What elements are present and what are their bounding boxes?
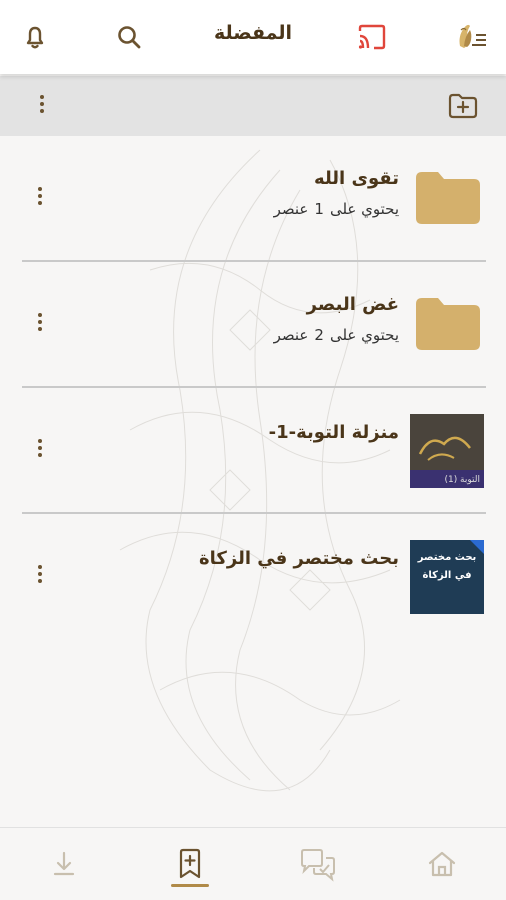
cast-icon[interactable] xyxy=(355,20,389,54)
list-item[interactable]: بحث مختصر في الزكاة بحث مختصر في الزكاة xyxy=(0,514,506,634)
item-count-suffix: عنصر xyxy=(273,200,309,218)
item-menu-icon[interactable] xyxy=(30,310,50,338)
page-title: المفضلة xyxy=(213,22,293,44)
favorites-toolbar xyxy=(0,76,506,136)
home-icon[interactable] xyxy=(424,846,460,882)
item-count-value: 2 xyxy=(314,326,324,344)
list-item[interactable]: غض البصر يحتوي على 2 عنصر xyxy=(0,262,506,388)
thumbnail-caption: بحث مختصر xyxy=(417,552,477,563)
item-count-value: 1 xyxy=(314,200,324,218)
folder-icon xyxy=(416,172,480,224)
new-folder-icon[interactable] xyxy=(446,90,480,122)
download-icon[interactable] xyxy=(46,846,82,882)
menu-logo-icon[interactable] xyxy=(452,18,490,56)
item-count-prefix: يحتوي على xyxy=(329,200,399,218)
thumbnail-caption: في الزكاة xyxy=(422,570,472,581)
item-menu-icon[interactable] xyxy=(30,184,50,212)
item-title: غض البصر xyxy=(306,294,399,315)
item-count-suffix: عنصر xyxy=(273,326,309,344)
item-count-prefix: يحتوي على xyxy=(329,326,399,344)
favorites-icon[interactable] xyxy=(172,846,208,882)
bell-icon[interactable] xyxy=(18,20,52,54)
item-count-text: يحتوي على 2 عنصر xyxy=(268,326,399,344)
list-item[interactable]: التوبة (1) منزلة التوبة-1- xyxy=(0,388,506,514)
thumbnail-caption: التوبة (1) xyxy=(444,475,480,485)
media-thumbnail: بحث مختصر في الزكاة xyxy=(410,540,484,614)
search-icon[interactable] xyxy=(112,20,146,54)
item-title: بحث مختصر في الزكاة xyxy=(199,548,399,569)
active-tab-indicator xyxy=(171,884,209,887)
questions-icon[interactable] xyxy=(298,846,338,882)
item-title: منزلة التوبة-1- xyxy=(268,422,399,443)
bottom-navigation xyxy=(0,827,506,900)
folder-icon xyxy=(416,298,480,350)
more-options-icon[interactable] xyxy=(32,92,52,120)
item-menu-icon[interactable] xyxy=(30,562,50,590)
item-count-text: يحتوي على 1 عنصر xyxy=(268,200,399,218)
item-title: تقوى الله xyxy=(314,168,399,189)
app-header: المفضلة xyxy=(0,0,506,74)
media-thumbnail: التوبة (1) xyxy=(410,414,484,488)
list-item[interactable]: تقوى الله يحتوي على 1 عنصر xyxy=(0,136,506,262)
item-menu-icon[interactable] xyxy=(30,436,50,464)
